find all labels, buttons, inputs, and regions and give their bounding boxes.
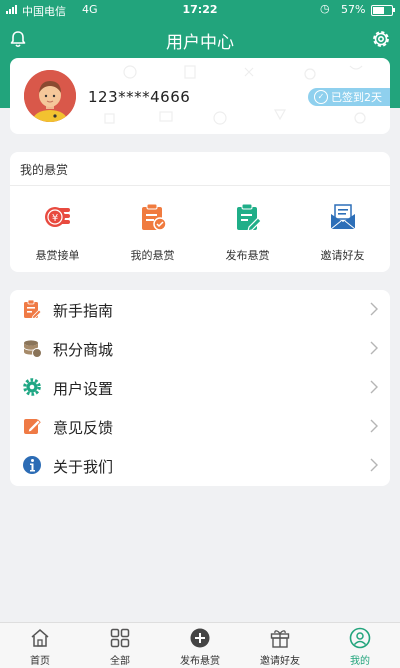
checkin-icon: ✓ <box>314 90 328 104</box>
chevron-right-icon <box>370 302 378 316</box>
divider <box>10 185 390 186</box>
menu-item-user-settings[interactable]: 用户设置 <box>10 368 390 407</box>
menu-list: 新手指南 积分商城 用户设置 意见反馈 关于我们 <box>10 290 390 486</box>
guide-icon <box>24 299 42 319</box>
coin-stack-icon <box>23 340 42 358</box>
tab-home[interactable]: 首页 <box>0 625 80 667</box>
checkin-label: 已签到2天 <box>331 91 382 104</box>
tab-label: 我的 <box>350 656 370 667</box>
feedback-icon <box>24 419 41 434</box>
edit-doc-icon <box>236 203 262 232</box>
menu-item-points-mall[interactable]: 积分商城 <box>10 329 390 368</box>
gear-icon <box>23 378 41 396</box>
settings-gear-icon[interactable] <box>370 28 392 50</box>
alarm-icon: ◷ <box>320 2 330 15</box>
svg-text:¥: ¥ <box>51 213 57 224</box>
page-title: 用户中心 <box>166 33 234 53</box>
chevron-right-icon <box>370 380 378 394</box>
menu-item-label: 意见反馈 <box>53 419 114 437</box>
grid-icon <box>110 628 130 648</box>
clock: 17:22 <box>182 3 218 16</box>
menu-item-feedback[interactable]: 意见反馈 <box>10 407 390 446</box>
task-check-icon <box>141 203 167 231</box>
tab-label: 首页 <box>30 656 50 667</box>
bounty-card-title: 我的悬赏 <box>20 163 69 177</box>
chevron-right-icon <box>370 341 378 355</box>
bounty-item-label: 邀请好友 <box>320 249 365 262</box>
battery-icon <box>371 5 393 16</box>
battery-percent: 57% <box>341 3 366 16</box>
envelope-icon <box>330 204 355 230</box>
user-icon <box>349 627 371 649</box>
menu-item-guide[interactable]: 新手指南 <box>10 290 390 329</box>
bounty-my-bounties[interactable]: 我的悬赏 <box>105 202 200 263</box>
bounty-publish[interactable]: 发布悬赏 <box>200 202 295 263</box>
tab-publish-bounty[interactable]: 发布悬赏 <box>160 625 240 667</box>
menu-item-label: 用户设置 <box>53 380 114 398</box>
bounty-invite-friends[interactable]: 邀请好友 <box>295 202 390 263</box>
coins-icon: ¥ <box>44 207 70 227</box>
menu-item-label: 积分商城 <box>53 341 114 359</box>
user-phone: 123****4666 <box>88 88 191 106</box>
tab-label: 发布悬赏 <box>180 656 220 667</box>
tab-all[interactable]: 全部 <box>80 625 160 667</box>
profile-card[interactable]: 123****4666 ✓ 已签到2天 <box>10 58 390 134</box>
menu-item-label: 关于我们 <box>53 458 114 476</box>
home-icon <box>31 629 49 647</box>
chevron-right-icon <box>370 458 378 472</box>
plus-circle-icon <box>190 628 210 648</box>
my-bounty-card: 我的悬赏 ¥ 悬赏接单 我的悬赏 发布悬赏 邀请好友 <box>10 152 390 272</box>
tab-invite-friends[interactable]: 邀请好友 <box>240 625 320 667</box>
avatar[interactable] <box>24 70 76 122</box>
bounty-item-label: 悬赏接单 <box>35 249 80 262</box>
checkin-badge[interactable]: ✓ 已签到2天 <box>308 88 390 106</box>
bounty-item-label: 发布悬赏 <box>225 249 270 262</box>
tab-label: 邀请好友 <box>260 656 300 667</box>
tab-mine[interactable]: 我的 <box>320 625 400 667</box>
menu-item-label: 新手指南 <box>53 302 114 320</box>
bounty-item-label: 我的悬赏 <box>130 249 175 262</box>
tab-label: 全部 <box>110 656 130 667</box>
bounty-accept-orders[interactable]: ¥ 悬赏接单 <box>10 202 105 263</box>
status-bar: 中国电信 4G 17:22 ◷ 57% <box>0 0 400 20</box>
bottom-tab-bar: 首页 全部 发布悬赏 邀请好友 我的 <box>0 622 400 668</box>
menu-item-about-us[interactable]: 关于我们 <box>10 446 390 485</box>
info-icon <box>23 456 41 474</box>
gift-icon <box>270 630 290 648</box>
chevron-right-icon <box>370 419 378 433</box>
